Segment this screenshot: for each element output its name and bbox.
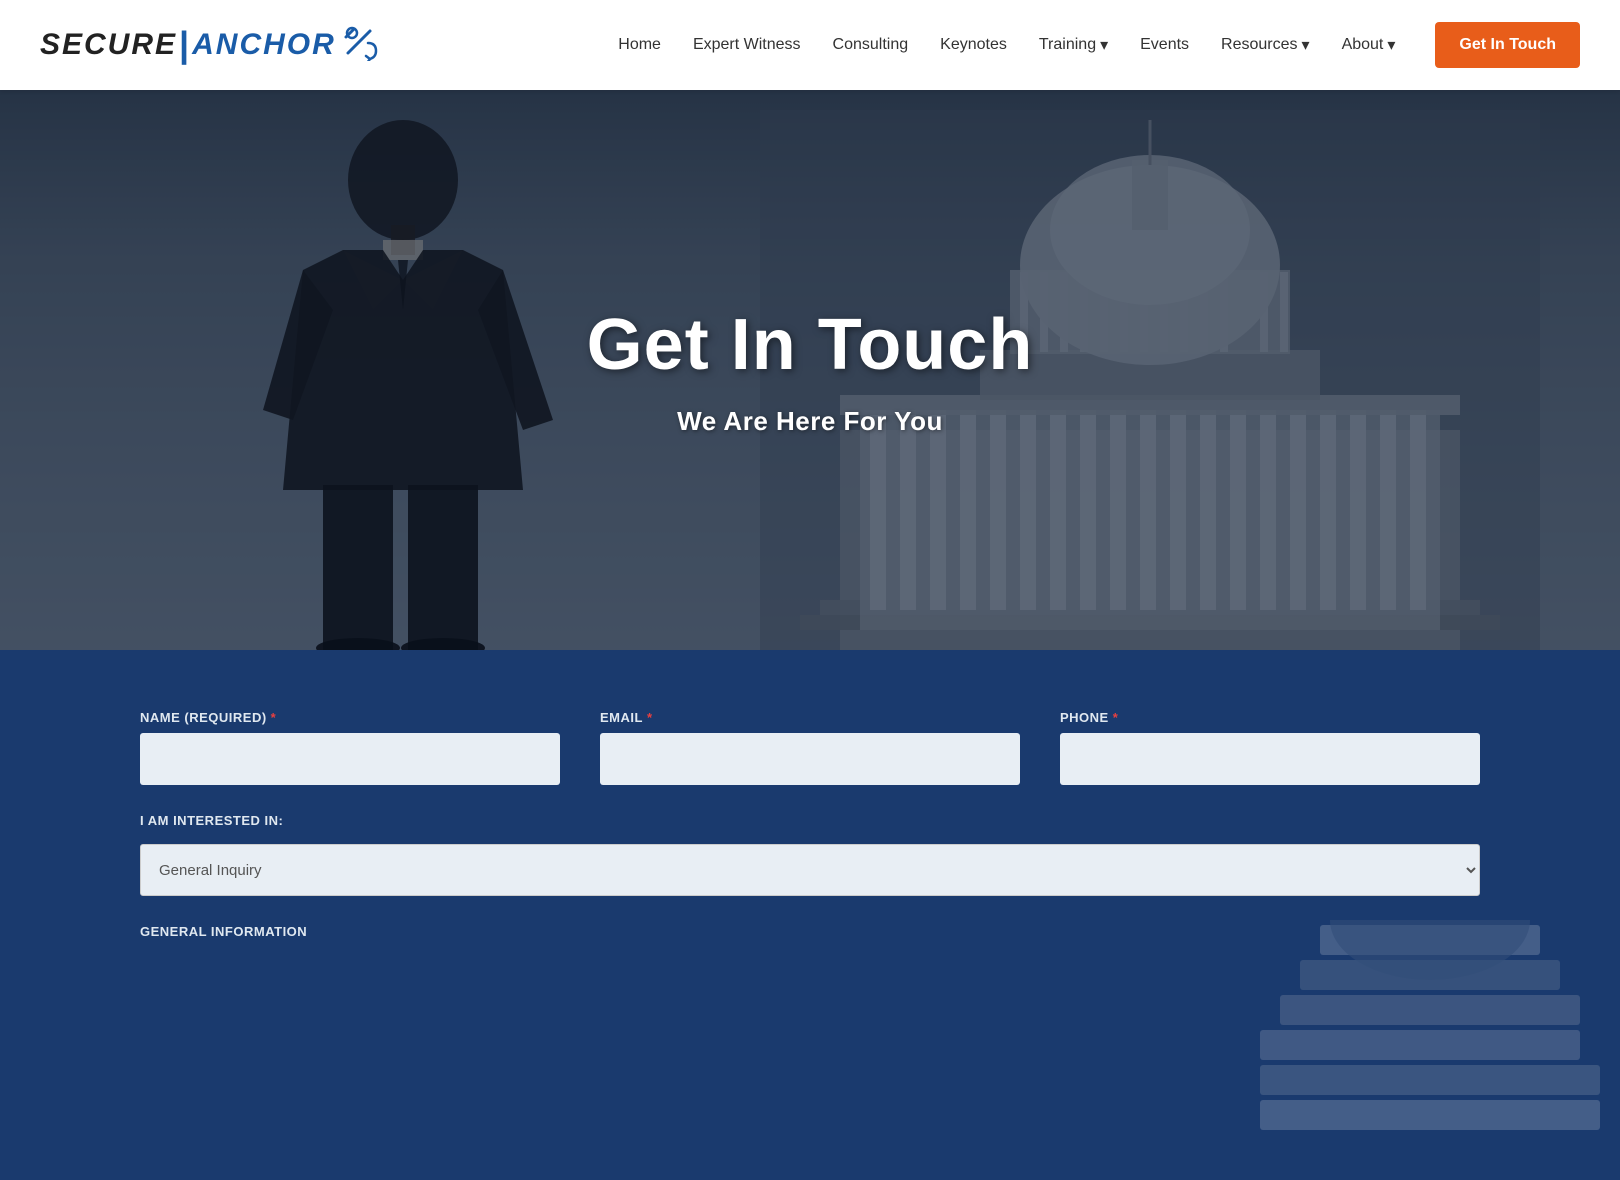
hero-content: Get In Touch We Are Here For You <box>0 90 1620 650</box>
nav-training-label: Training <box>1039 36 1096 54</box>
name-field-group: NAME (REQUIRED)* <box>140 710 560 785</box>
hero-section: Get In Touch We Are Here For You <box>0 90 1620 650</box>
phone-required-star: * <box>1113 710 1119 725</box>
header: SECURE | ANCHOR Home Expert Witness Cons… <box>0 0 1620 90</box>
nav-training-dropdown[interactable]: Training ▾ <box>1039 35 1108 55</box>
nav-home[interactable]: Home <box>618 36 661 54</box>
logo-anchor-text: ANCHOR <box>192 28 336 62</box>
phone-label: PHONE* <box>1060 710 1480 725</box>
email-required-star: * <box>647 710 653 725</box>
about-chevron-icon: ▾ <box>1387 35 1395 55</box>
email-field-group: EMAIL* <box>600 710 1020 785</box>
nav-resources-dropdown[interactable]: Resources ▾ <box>1221 35 1310 55</box>
name-input[interactable] <box>140 733 560 785</box>
name-label: NAME (REQUIRED)* <box>140 710 560 725</box>
phone-field-group: PHONE* <box>1060 710 1480 785</box>
nav-about-label: About <box>1342 36 1384 54</box>
interested-label: I AM INTERESTED IN: <box>140 813 1480 828</box>
general-info-label: GENERAL INFORMATION <box>140 924 1480 939</box>
logo[interactable]: SECURE | ANCHOR <box>40 23 382 68</box>
resources-chevron-icon: ▾ <box>1302 35 1310 55</box>
contact-form-section: NAME (REQUIRED)* EMAIL* PHONE* I AM INTE… <box>0 650 1620 1180</box>
form-row-interested: I AM INTERESTED IN: General Inquiry Expe… <box>140 813 1480 896</box>
training-chevron-icon: ▾ <box>1100 35 1108 55</box>
form-row-top: NAME (REQUIRED)* EMAIL* PHONE* <box>140 710 1480 785</box>
hero-subtitle: We Are Here For You <box>677 406 943 437</box>
get-in-touch-button[interactable]: Get In Touch <box>1435 22 1580 68</box>
nav-about-dropdown[interactable]: About ▾ <box>1342 35 1396 55</box>
logo-pipe: | <box>179 24 190 66</box>
nav-resources-label: Resources <box>1221 36 1297 54</box>
nav-consulting[interactable]: Consulting <box>833 36 909 54</box>
email-input[interactable] <box>600 733 1020 785</box>
main-nav: Home Expert Witness Consulting Keynotes … <box>618 22 1580 68</box>
phone-input[interactable] <box>1060 733 1480 785</box>
interested-select[interactable]: General Inquiry Expert Witness Consultin… <box>140 844 1480 896</box>
logo-secure-text: SECURE <box>40 28 177 62</box>
hero-title: Get In Touch <box>587 304 1034 386</box>
books-decoration <box>1240 920 1620 1180</box>
nav-keynotes[interactable]: Keynotes <box>940 36 1007 54</box>
anchor-icon <box>340 23 382 68</box>
email-label: EMAIL* <box>600 710 1020 725</box>
name-required-star: * <box>271 710 277 725</box>
nav-expert-witness[interactable]: Expert Witness <box>693 36 801 54</box>
nav-events[interactable]: Events <box>1140 36 1189 54</box>
